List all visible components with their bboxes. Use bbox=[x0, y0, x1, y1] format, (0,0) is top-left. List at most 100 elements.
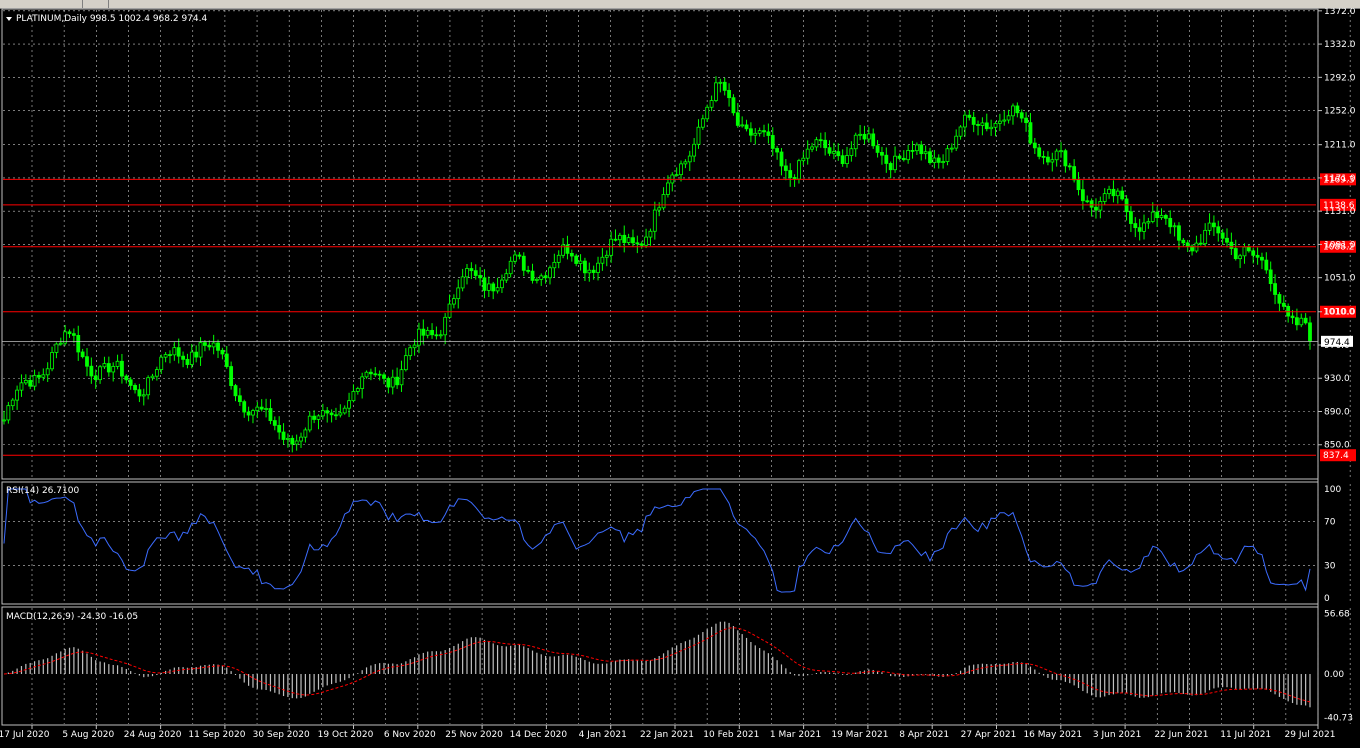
candle-body bbox=[1102, 193, 1107, 202]
candle-body bbox=[543, 275, 548, 279]
candle-body bbox=[1028, 122, 1033, 144]
candle-body bbox=[28, 380, 33, 387]
candle-body bbox=[827, 147, 832, 154]
candle-body bbox=[818, 139, 823, 142]
candle-body bbox=[473, 270, 478, 276]
candle-body bbox=[438, 334, 443, 337]
date-label: 11 Sep 2020 bbox=[188, 730, 245, 740]
candle-body bbox=[347, 400, 351, 409]
main-pane[interactable] bbox=[1, 8, 1319, 480]
candle-body bbox=[45, 368, 50, 376]
candle-body bbox=[836, 151, 841, 157]
candle-body bbox=[718, 81, 723, 84]
candle-body bbox=[989, 126, 994, 130]
candle-body bbox=[823, 139, 828, 149]
candle-body bbox=[657, 207, 662, 211]
price-tick-label: 1292.0 bbox=[1324, 73, 1356, 83]
date-label: 27 Apr 2021 bbox=[961, 730, 1017, 740]
candle-body bbox=[1185, 242, 1190, 247]
date-label: 22 Jan 2021 bbox=[640, 730, 694, 740]
candle-body bbox=[849, 148, 854, 156]
candle-body bbox=[683, 161, 688, 165]
candle-body bbox=[89, 365, 94, 377]
candle-body bbox=[941, 161, 945, 163]
candle-body bbox=[635, 242, 640, 245]
candle-body bbox=[1299, 317, 1304, 326]
candle-body bbox=[360, 376, 365, 389]
candle-body bbox=[770, 135, 775, 149]
candle-body bbox=[1072, 166, 1077, 181]
candle-body bbox=[858, 133, 863, 136]
candle-body bbox=[456, 287, 461, 300]
candle-body bbox=[355, 388, 360, 392]
candle-body bbox=[1094, 206, 1098, 211]
rsi-pane[interactable] bbox=[1, 481, 1319, 605]
candle-body bbox=[1002, 119, 1007, 122]
price-tick-label: 930.0 bbox=[1324, 374, 1350, 384]
candle-body bbox=[15, 389, 20, 401]
candle-body bbox=[37, 374, 41, 378]
candle-body bbox=[1159, 215, 1164, 219]
candle-body bbox=[364, 371, 369, 378]
price-tick-label: 1131.0 bbox=[1324, 207, 1356, 217]
candle-body bbox=[1207, 222, 1212, 231]
candle-body bbox=[1059, 150, 1063, 153]
macd-pane[interactable] bbox=[1, 606, 1319, 726]
date-label: 14 Dec 2020 bbox=[510, 730, 568, 740]
candle-body bbox=[548, 267, 552, 279]
candle-body bbox=[617, 234, 622, 241]
candle-body bbox=[41, 374, 46, 378]
candle-body bbox=[482, 277, 487, 291]
candle-body bbox=[853, 134, 858, 150]
candle-body bbox=[1085, 200, 1090, 203]
candle-body bbox=[412, 344, 417, 349]
candle-body bbox=[954, 135, 959, 149]
candle-body bbox=[176, 347, 181, 357]
candle-body bbox=[661, 194, 666, 209]
candle-body bbox=[1050, 159, 1055, 163]
candle-body bbox=[976, 124, 980, 126]
candle-body bbox=[325, 410, 330, 414]
rsi-tick-label: 70 bbox=[1324, 518, 1336, 528]
candle-body bbox=[80, 351, 85, 358]
candle-body bbox=[434, 334, 439, 337]
candle-body bbox=[1177, 225, 1181, 241]
candle-body bbox=[334, 414, 338, 417]
chart-canvas[interactable]: 1169.31138.61088.21010.0837.4 1372.01332… bbox=[0, 7, 1360, 744]
candle-body bbox=[1015, 105, 1020, 114]
date-label: 8 Apr 2021 bbox=[899, 730, 949, 740]
candle-body bbox=[154, 369, 159, 377]
candle-body bbox=[500, 279, 504, 289]
price-tick-label: 1211.0 bbox=[1324, 141, 1356, 151]
candle-body bbox=[23, 380, 28, 384]
candle-body bbox=[526, 269, 531, 272]
candle-body bbox=[945, 148, 950, 162]
candle-body bbox=[1273, 283, 1277, 295]
candle-body bbox=[1046, 156, 1050, 163]
candle-body bbox=[1246, 246, 1251, 252]
candle-body bbox=[141, 394, 146, 397]
candle-body bbox=[862, 133, 867, 140]
candle-body bbox=[1229, 241, 1234, 249]
time-axis[interactable]: 17 Jul 2020 5 Aug 2020 24 Aug 2020 11 Sep 2… bbox=[0, 725, 1335, 740]
chart-window[interactable]: 1169.3 1138.6 1088.2 1010.0 837.4 1372.0 1332… bbox=[0, 7, 1360, 744]
candle-body bbox=[1216, 226, 1221, 234]
date-label: 10 Feb 2021 bbox=[703, 730, 759, 740]
candle-body bbox=[255, 406, 260, 412]
candle-body bbox=[373, 373, 378, 376]
macd-tick-label: -40.73 bbox=[1324, 713, 1353, 723]
candle-body bbox=[993, 122, 998, 128]
candle-body bbox=[115, 360, 120, 367]
candle-body bbox=[1264, 259, 1269, 271]
candle-body bbox=[871, 133, 876, 147]
candle-body bbox=[277, 424, 282, 433]
date-label: 5 Aug 2020 bbox=[62, 730, 114, 740]
candle-body bbox=[390, 376, 395, 388]
candle-body bbox=[910, 150, 915, 152]
candle-body bbox=[181, 355, 185, 360]
rsi-tick-label: 30 bbox=[1324, 561, 1336, 571]
candle-body bbox=[1120, 190, 1125, 200]
candle-body bbox=[893, 155, 897, 171]
date-label: 24 Aug 2020 bbox=[124, 730, 182, 740]
candle-body bbox=[1181, 239, 1186, 244]
